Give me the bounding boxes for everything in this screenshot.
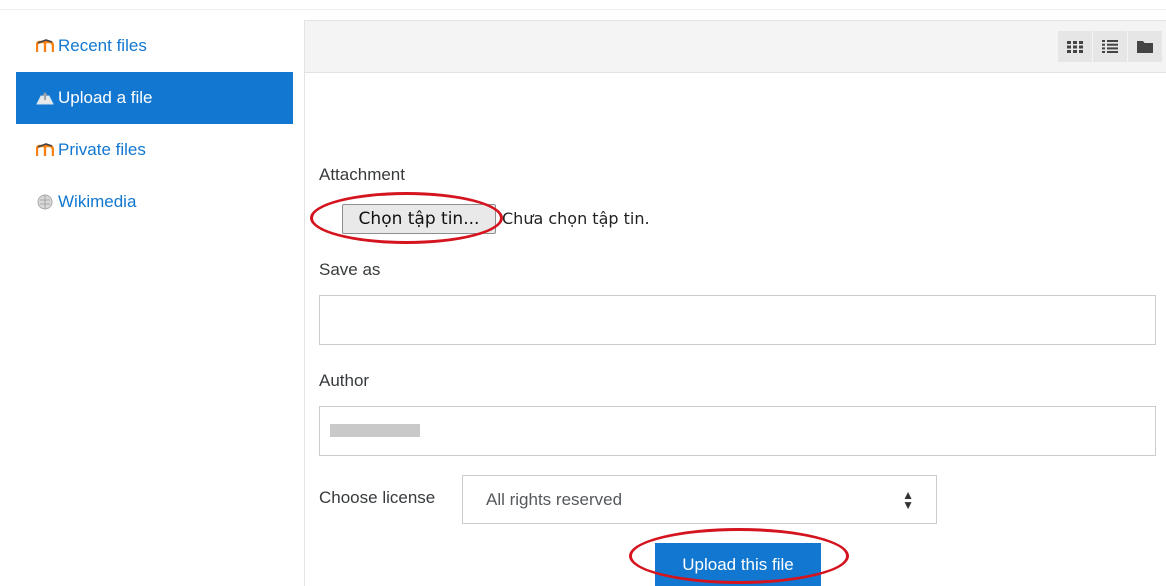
sidebar-item-label: Upload a file	[58, 88, 153, 107]
author-value-redacted	[330, 424, 420, 437]
save-as-label: Save as	[319, 260, 381, 279]
moodle-icon	[36, 38, 54, 54]
license-select[interactable]: All rights reserved ▲ ▼	[462, 475, 937, 524]
panel-toolbar	[305, 20, 1166, 73]
attachment-label: Attachment	[319, 165, 405, 184]
save-as-input[interactable]	[319, 295, 1156, 345]
sidebar-item-label: Recent files	[58, 36, 147, 55]
license-selected-value: All rights reserved	[486, 489, 623, 509]
sidebar-item-recent-files[interactable]: Recent files	[16, 20, 293, 72]
top-divider	[0, 9, 1166, 10]
moodle-icon	[36, 142, 54, 158]
list-view-icon[interactable]	[1093, 31, 1128, 62]
grid-view-icon[interactable]	[1058, 31, 1093, 62]
sidebar-item-wikimedia[interactable]: Wikimedia	[16, 176, 293, 228]
license-label: Choose license	[319, 488, 436, 507]
folder-view-icon[interactable]	[1128, 31, 1163, 62]
upload-this-file-button[interactable]: Upload this file	[655, 543, 821, 586]
view-switcher	[1058, 31, 1163, 62]
file-status-text: Chưa chọn tập tin.	[502, 209, 650, 228]
sidebar-item-upload-a-file[interactable]: Upload a file	[16, 72, 293, 124]
choose-file-button[interactable]: Chọn tập tin...	[342, 204, 496, 234]
sidebar-item-label: Wikimedia	[58, 192, 137, 211]
author-label: Author	[319, 371, 370, 390]
author-input[interactable]	[319, 406, 1156, 456]
sidebar-item-private-files[interactable]: Private files	[16, 124, 293, 176]
upload-icon	[36, 90, 54, 106]
wikimedia-icon	[36, 194, 54, 210]
repository-sidebar: Recent files Upload a file Private files	[16, 20, 293, 228]
sidebar-item-label: Private files	[58, 140, 146, 159]
select-caret-icon: ▲ ▼	[902, 488, 914, 512]
